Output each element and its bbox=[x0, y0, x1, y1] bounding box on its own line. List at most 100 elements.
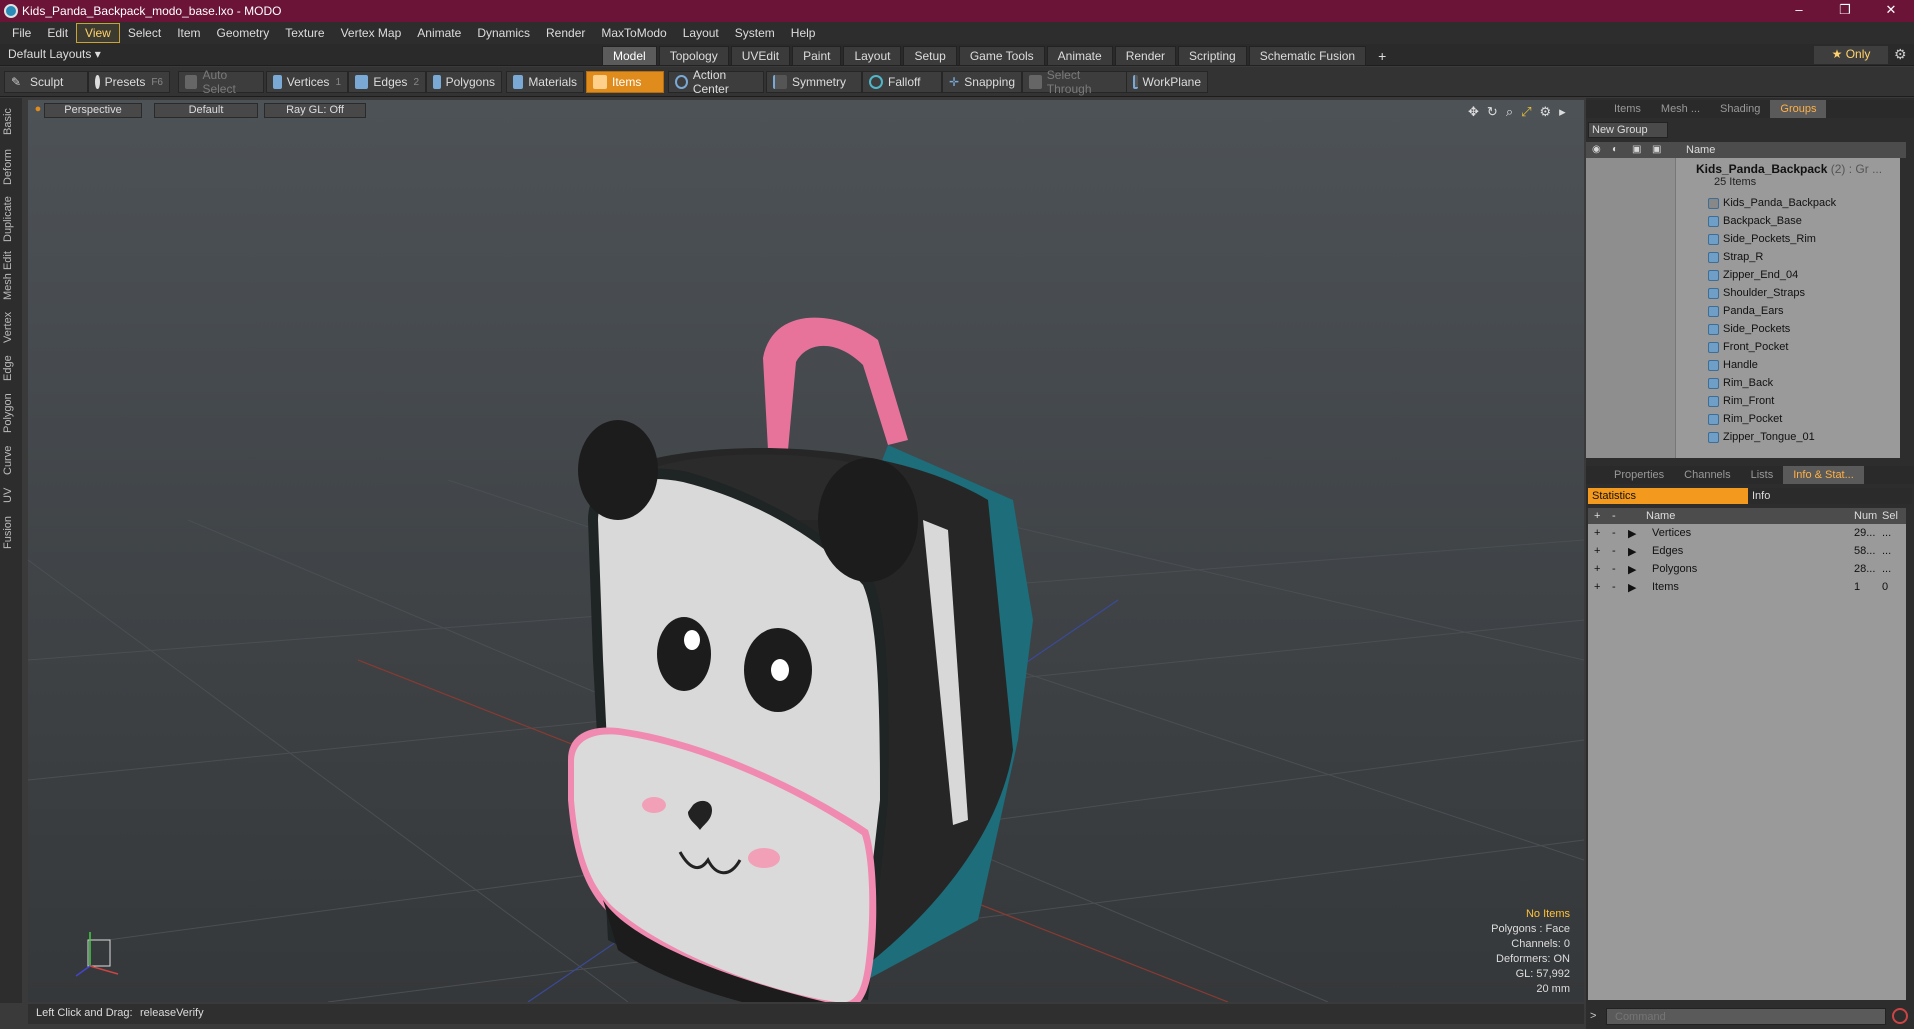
expand-arrow-icon[interactable]: ▶ bbox=[1628, 581, 1636, 594]
menu-texture[interactable]: Texture bbox=[277, 24, 332, 42]
falloff-button[interactable]: Falloff bbox=[862, 71, 942, 93]
minimize-button[interactable]: – bbox=[1776, 0, 1822, 22]
default-layouts-dropdown[interactable]: Default Layouts ▾ bbox=[8, 47, 101, 61]
menu-system[interactable]: System bbox=[727, 24, 783, 42]
menu-render[interactable]: Render bbox=[538, 24, 593, 42]
tab-lists[interactable]: Lists bbox=[1741, 466, 1784, 484]
tab-render[interactable]: Render bbox=[1114, 46, 1177, 66]
statistics-tab[interactable]: Statistics bbox=[1588, 488, 1748, 504]
list-item[interactable]: Backpack_Base bbox=[1708, 212, 1802, 230]
list-item[interactable]: Kids_Panda_Backpack bbox=[1708, 194, 1836, 212]
list-item[interactable]: Zipper_End_04 bbox=[1708, 266, 1798, 284]
remove-icon[interactable]: - bbox=[1612, 527, 1616, 539]
expand-arrow-icon[interactable]: ▸ bbox=[1559, 104, 1566, 120]
add-icon[interactable]: + bbox=[1594, 545, 1600, 557]
workplane-button[interactable]: WorkPlane bbox=[1126, 71, 1208, 93]
remove-icon[interactable]: - bbox=[1612, 545, 1616, 557]
collapse-all-icon[interactable]: - bbox=[1612, 510, 1616, 522]
tab-mesh-edit[interactable]: Mesh Edit bbox=[2, 250, 20, 302]
tab-uv[interactable]: UV bbox=[2, 484, 20, 506]
tab-schematic-fusion[interactable]: Schematic Fusion bbox=[1248, 46, 1367, 66]
list-item[interactable]: Side_Pockets_Rim bbox=[1708, 230, 1816, 248]
tab-setup[interactable]: Setup bbox=[903, 46, 957, 66]
command-input[interactable] bbox=[1606, 1008, 1886, 1025]
perspective-dropdown[interactable]: Perspective bbox=[44, 103, 142, 118]
expand-arrow-icon[interactable]: ▶ bbox=[1628, 527, 1636, 540]
new-group-button[interactable]: New Group bbox=[1588, 122, 1668, 138]
vertices-button[interactable]: Vertices 1 bbox=[266, 71, 348, 93]
list-item[interactable]: Handle bbox=[1708, 356, 1758, 374]
pan-icon[interactable]: ✥ bbox=[1468, 104, 1479, 120]
snapping-button[interactable]: ✛ Snapping bbox=[942, 71, 1022, 93]
close-button[interactable]: ✕ bbox=[1868, 0, 1914, 22]
tab-game-tools[interactable]: Game Tools bbox=[958, 46, 1045, 66]
tab-fusion[interactable]: Fusion bbox=[2, 512, 20, 552]
record-icon[interactable] bbox=[1892, 1008, 1908, 1024]
maximize-button[interactable]: ❐ bbox=[1822, 0, 1868, 22]
shading-dropdown[interactable]: Default bbox=[154, 103, 258, 118]
add-icon[interactable]: + bbox=[1594, 581, 1600, 593]
menu-item[interactable]: Item bbox=[169, 24, 208, 42]
tab-channels[interactable]: Channels bbox=[1674, 466, 1740, 484]
rotate-icon[interactable]: ↻ bbox=[1487, 104, 1498, 120]
items-button[interactable]: Items bbox=[586, 71, 664, 93]
tab-deform[interactable]: Deform bbox=[2, 146, 20, 188]
viewport-menu-icon[interactable]: ● bbox=[34, 103, 42, 118]
menu-select[interactable]: Select bbox=[120, 24, 169, 42]
presets-button[interactable]: Presets F6 bbox=[88, 71, 170, 93]
menu-layout[interactable]: Layout bbox=[675, 24, 727, 42]
list-item[interactable]: Rim_Front bbox=[1708, 392, 1774, 410]
edges-button[interactable]: Edges 2 bbox=[348, 71, 426, 93]
tab-animate[interactable]: Animate bbox=[1046, 46, 1113, 66]
tab-topology[interactable]: Topology bbox=[658, 46, 729, 66]
raygl-dropdown[interactable]: Ray GL: Off bbox=[264, 103, 366, 118]
tab-groups[interactable]: Groups bbox=[1770, 100, 1827, 118]
tab-model[interactable]: Model bbox=[602, 46, 657, 66]
menu-maxtomodo[interactable]: MaxToModo bbox=[593, 24, 674, 42]
list-item[interactable]: Front_Pocket bbox=[1708, 338, 1788, 356]
only-toggle[interactable]: ★ Only bbox=[1814, 46, 1888, 64]
tab-info-statistics[interactable]: Info & Stat... bbox=[1783, 466, 1864, 484]
tab-vertex[interactable]: Vertex bbox=[2, 308, 20, 346]
menu-animate[interactable]: Animate bbox=[409, 24, 469, 42]
gear-icon[interactable]: ⚙ bbox=[1894, 46, 1907, 63]
3d-viewport[interactable]: ● Perspective Default Ray GL: Off ✥ ↻ ⌕ … bbox=[28, 100, 1584, 1002]
tab-uvedit[interactable]: UVEdit bbox=[730, 46, 791, 66]
menu-vertex-map[interactable]: Vertex Map bbox=[333, 24, 410, 42]
symmetry-button[interactable]: Symmetry bbox=[766, 71, 862, 93]
action-center-button[interactable]: Action Center bbox=[668, 68, 764, 96]
list-item[interactable]: Shoulder_Straps bbox=[1708, 284, 1805, 302]
tab-properties[interactable]: Properties bbox=[1604, 466, 1674, 484]
stats-row[interactable]: + - ▶ Vertices 29... ... bbox=[1588, 524, 1906, 542]
tab-layout[interactable]: Layout bbox=[843, 46, 902, 66]
group-root[interactable]: Kids_Panda_Backpack (2) : Gr ... bbox=[1696, 162, 1882, 176]
expand-all-icon[interactable]: + bbox=[1594, 510, 1600, 522]
stats-row[interactable]: + - ▶ Items 1 0 bbox=[1588, 578, 1906, 596]
auto-select-button[interactable]: Auto Select bbox=[178, 68, 264, 96]
select-through-button[interactable]: Select Through bbox=[1022, 68, 1128, 96]
polygons-button[interactable]: Polygons bbox=[426, 71, 502, 93]
menu-edit[interactable]: Edit bbox=[39, 24, 76, 42]
menu-file[interactable]: File bbox=[4, 24, 39, 42]
menu-dynamics[interactable]: Dynamics bbox=[469, 24, 538, 42]
remove-icon[interactable]: - bbox=[1612, 581, 1616, 593]
tab-mesh[interactable]: Mesh ... bbox=[1651, 100, 1710, 118]
tab-items[interactable]: Items bbox=[1604, 100, 1651, 118]
zoom-icon[interactable]: ⌕ bbox=[1506, 104, 1513, 120]
list-item[interactable]: Panda_Ears bbox=[1708, 302, 1784, 320]
menu-view[interactable]: View bbox=[76, 23, 120, 43]
list-item[interactable]: Rim_Back bbox=[1708, 374, 1773, 392]
tab-edge[interactable]: Edge bbox=[2, 352, 20, 384]
tab-basic[interactable]: Basic bbox=[2, 104, 20, 140]
menu-help[interactable]: Help bbox=[783, 24, 824, 42]
tab-scripting[interactable]: Scripting bbox=[1178, 46, 1247, 66]
tab-curve[interactable]: Curve bbox=[2, 442, 20, 478]
menu-geometry[interactable]: Geometry bbox=[209, 24, 278, 42]
fit-icon[interactable]: ⤢ bbox=[1521, 104, 1531, 120]
tab-duplicate[interactable]: Duplicate bbox=[2, 194, 20, 244]
info-tab[interactable]: Info bbox=[1752, 488, 1770, 504]
materials-button[interactable]: Materials bbox=[506, 71, 584, 93]
list-item[interactable]: Strap_R bbox=[1708, 248, 1763, 266]
add-tab-button[interactable]: + bbox=[1368, 46, 1396, 66]
add-icon[interactable]: + bbox=[1594, 563, 1600, 575]
